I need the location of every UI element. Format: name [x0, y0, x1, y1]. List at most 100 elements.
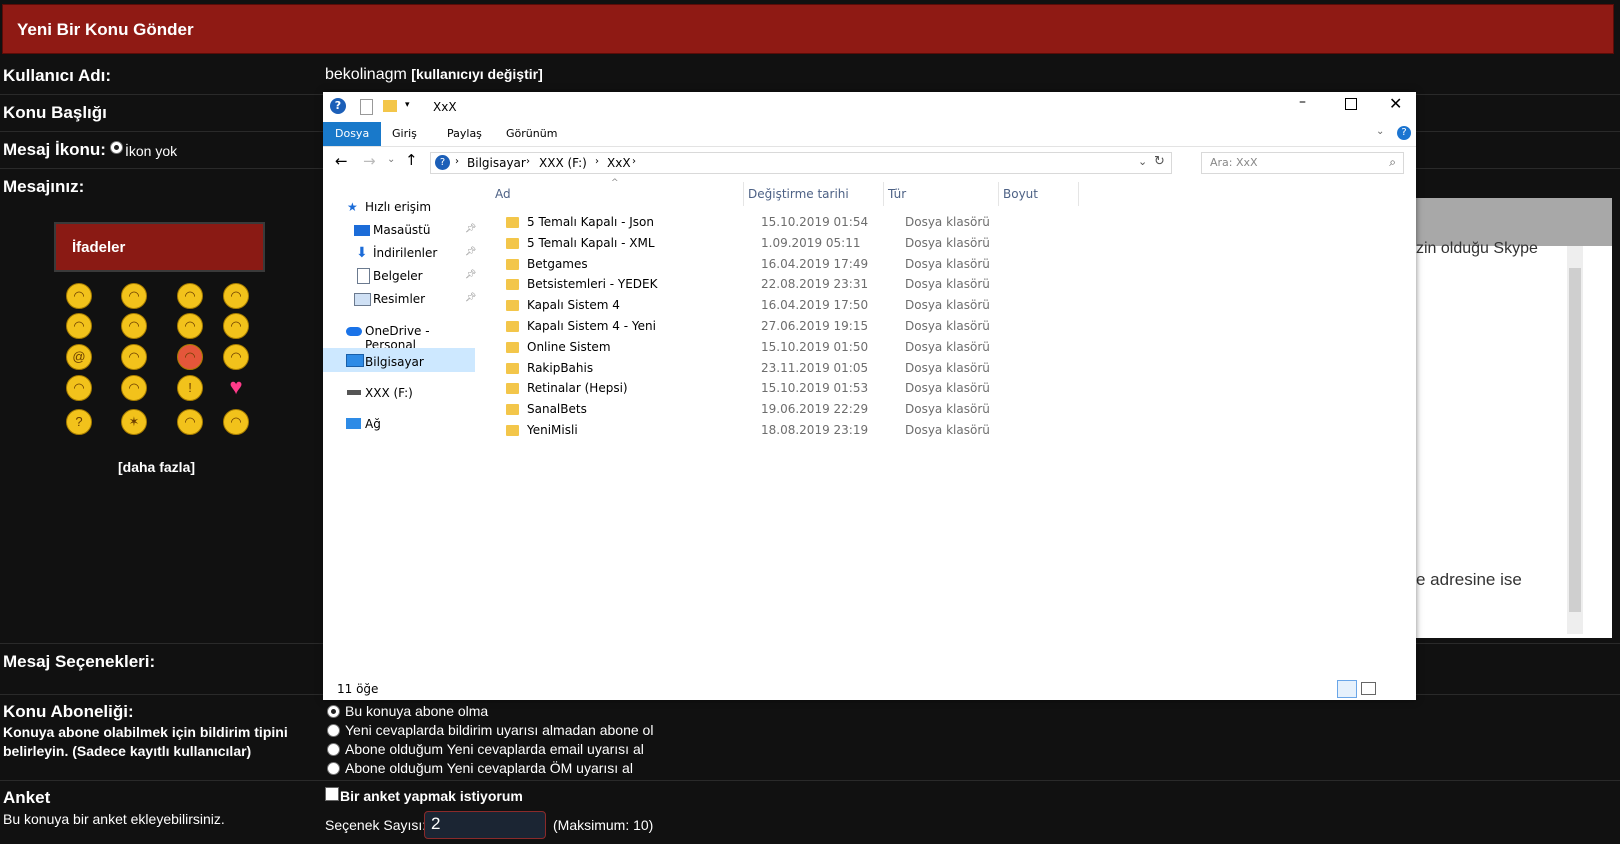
smile-icon[interactable]: ◠ — [66, 283, 92, 309]
file-row[interactable]: RakipBahis 23.11.2019 01:05 Dosya klasörü — [323, 361, 1416, 379]
subscription-radio-4[interactable] — [327, 762, 340, 775]
file-type: Dosya klasörü — [905, 235, 990, 250]
breadcrumb-drive[interactable]: XXX (F:) — [539, 156, 587, 170]
editor-scroll-thumb[interactable] — [1569, 268, 1581, 612]
heart-icon[interactable]: ♥ — [223, 375, 249, 401]
poll-checkbox-label: Bir anket yapmak istiyorum — [340, 788, 523, 804]
explorer-titlebar[interactable]: ? ▾ XxX – ✕ — [323, 92, 1416, 122]
icon-label: Mesaj İkonu: — [3, 140, 106, 159]
file-row[interactable]: 5 Temalı Kapalı - Json 15.10.2019 01:54 Do… — [323, 215, 1416, 233]
explorer-window[interactable]: ? ▾ XxX – ✕ Dosya Giriş Paylaş Görünüm ⌄… — [323, 92, 1416, 700]
file-date: 1.09.2019 05:11 — [761, 235, 861, 250]
emoticons-more-link[interactable]: [daha fazla] — [118, 459, 195, 475]
sort-arrow-icon: ^ — [611, 178, 619, 188]
ribbon-tabs: Dosya Giriş Paylaş Görünüm ⌄ ? — [323, 122, 1416, 147]
column-type[interactable]: Tür — [888, 187, 906, 201]
details-view-icon[interactable] — [1337, 680, 1357, 698]
status-item-count: 11 öğe — [337, 682, 379, 696]
file-type: Dosya klasörü — [905, 319, 990, 333]
thinking-icon[interactable]: ◠ — [223, 344, 249, 370]
folder-icon — [506, 362, 519, 374]
file-row[interactable]: Betgames 16.04.2019 17:49 Dosya klasörü — [323, 257, 1416, 275]
file-row[interactable]: Retinalar (Hepsi) 15.10.2019 01:53 Dosya k… — [323, 381, 1416, 399]
subscription-option-2: Yeni cevaplarda bildirim uyarısı almadan… — [345, 722, 654, 738]
address-bar[interactable]: ? › Bilgisayar › XXX (F:) › XxX › ⌄ ↻ — [430, 152, 1172, 174]
change-user-link[interactable]: [kullanıcıyı değiştir] — [411, 66, 542, 82]
angel-icon[interactable]: ◠ — [121, 344, 147, 370]
minimize-button[interactable]: – — [1299, 94, 1306, 110]
file-type: Dosya klasörü — [905, 423, 990, 437]
file-type: Dosya klasörü — [905, 256, 990, 271]
column-name[interactable]: Ad — [495, 187, 511, 201]
tab-gorunum[interactable]: Görünüm — [506, 122, 557, 146]
file-row[interactable]: Kapalı Sistem 4 - Yeni 27.06.2019 19:15 Do… — [323, 319, 1416, 337]
quick-access-dropdown-icon[interactable]: ▾ — [405, 100, 410, 110]
folder-icon — [506, 425, 519, 436]
file-type: Dosya klasörü — [905, 215, 990, 229]
properties-icon[interactable] — [360, 99, 373, 115]
tab-dosya[interactable]: Dosya — [323, 122, 382, 146]
subscription-desc: Konuya abone olabilmek için bildirim tip… — [3, 724, 288, 759]
editor-text-line-2: e adresine ise — [1416, 570, 1522, 589]
sleepy-icon[interactable]: ◠ — [66, 375, 92, 401]
up-arrow-icon[interactable]: ↑ — [405, 151, 418, 169]
maximize-button[interactable] — [1345, 98, 1357, 110]
nerd-icon[interactable]: ◠ — [121, 375, 147, 401]
file-type: Dosya klasörü — [905, 402, 990, 417]
forward-arrow-icon[interactable]: → — [363, 152, 376, 170]
eek-icon[interactable]: ◠ — [177, 313, 203, 339]
column-size[interactable]: Boyut — [1003, 187, 1038, 201]
file-date: 16.04.2019 17:50 — [761, 298, 869, 313]
subscription-radio-2[interactable] — [327, 724, 340, 737]
hmm-icon[interactable]: ◠ — [223, 409, 249, 435]
poll-count-input[interactable]: 2 — [424, 811, 546, 839]
tab-giris[interactable]: Giriş — [392, 122, 417, 146]
search-icon: ⌕ — [1389, 155, 1396, 169]
idea-icon[interactable]: ✶ — [121, 409, 147, 435]
subject-label: Konu Başlığı — [3, 103, 107, 122]
address-dropdown-icon[interactable]: ⌄ — [1138, 155, 1147, 168]
tab-paylas[interactable]: Paylaş — [447, 122, 482, 146]
file-row[interactable]: Kapalı Sistem 4 16.04.2019 17:50 Dosya kla… — [323, 298, 1416, 316]
biggrin-icon[interactable]: ◠ — [223, 283, 249, 309]
subscription-radio-3[interactable] — [327, 743, 340, 756]
file-row[interactable]: Online Sistem 15.10.2019 01:50 Dosya klasö… — [323, 340, 1416, 358]
wink-icon[interactable]: ◠ — [121, 313, 147, 339]
poll-checkbox[interactable] — [325, 787, 339, 801]
back-arrow-icon[interactable]: ← — [335, 152, 348, 170]
folder-icon — [506, 279, 519, 291]
file-row[interactable]: Betsistemleri - YEDEK 22.08.2019 23:31 Dos… — [323, 277, 1416, 295]
recent-dropdown-icon[interactable]: ⌄ — [387, 154, 395, 165]
cool-icon[interactable]: ◠ — [177, 283, 203, 309]
tongue-icon[interactable]: ◠ — [66, 313, 92, 339]
file-row[interactable]: YeniMisli 18.08.2019 23:19 Dosya klasörü — [323, 423, 1416, 441]
at-icon[interactable]: @ — [66, 344, 92, 370]
new-folder-icon[interactable] — [383, 100, 397, 112]
ribbon-expand-icon[interactable]: ⌄ — [1376, 126, 1384, 137]
file-name: Online Sistem — [527, 339, 611, 354]
grin-icon[interactable]: ◠ — [121, 283, 147, 309]
nav-item-quick-access[interactable]: Hızlı erişim — [365, 200, 431, 214]
column-date[interactable]: Değiştirme tarihi — [748, 187, 849, 201]
breadcrumb-bilgisayar[interactable]: Bilgisayar — [467, 156, 526, 170]
ribbon-help-icon[interactable]: ? — [1397, 126, 1411, 140]
exclamation-icon[interactable]: ! — [177, 375, 203, 401]
help-icon[interactable]: ? — [330, 98, 346, 114]
file-date: 15.10.2019 01:53 — [761, 381, 869, 396]
file-row[interactable]: 5 Temalı Kapalı - XML 1.09.2019 05:11 Dosy… — [323, 236, 1416, 254]
relaxed-icon[interactable]: ◠ — [177, 409, 203, 435]
file-row[interactable]: SanalBets 19.06.2019 22:29 Dosya klasörü — [323, 402, 1416, 420]
refresh-icon[interactable]: ↻ — [1154, 154, 1165, 169]
file-type: Dosya klasörü — [905, 360, 990, 375]
large-icons-view-icon[interactable] — [1361, 682, 1376, 695]
confused-icon[interactable]: ◠ — [223, 313, 249, 339]
subscription-radio-1[interactable] — [327, 705, 340, 718]
search-input[interactable]: Ara: XxX ⌕ — [1201, 152, 1404, 174]
breadcrumb-folder[interactable]: XxX — [607, 156, 631, 170]
mad-icon[interactable]: ◠ — [177, 344, 203, 370]
icon-none-radio[interactable] — [110, 141, 123, 154]
close-button[interactable]: ✕ — [1389, 94, 1402, 113]
window-title: XxX — [433, 100, 457, 114]
question-icon[interactable]: ? — [66, 409, 92, 435]
options-label: Mesaj Seçenekleri: — [3, 652, 156, 671]
